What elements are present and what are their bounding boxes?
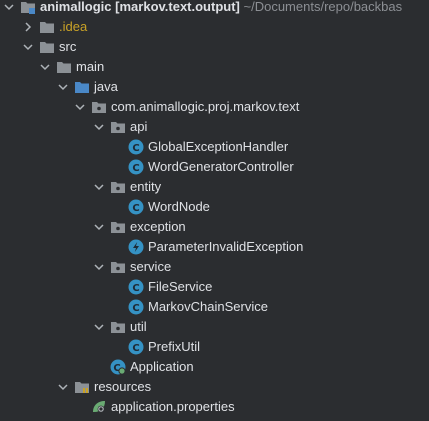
tree-row-class[interactable]: C FileService [0,277,429,297]
tree-row-entity[interactable]: entity [0,177,429,197]
tree-row-class[interactable]: C WordGeneratorController [0,157,429,177]
package-icon [111,322,125,333]
spring-application-class-icon: C [110,359,126,375]
svg-text:C: C [132,203,139,214]
tree-label: src [59,39,77,54]
package-icon [111,262,125,273]
chevron-down-icon[interactable] [93,121,105,133]
chevron-down-icon[interactable] [93,321,105,333]
tree-label: exception [130,219,186,234]
tree-label: service [130,259,172,274]
tree-label: WordGeneratorController [148,159,294,174]
tree-label: java [94,79,118,94]
chevron-down-icon[interactable] [57,381,69,393]
package-icon [111,122,125,133]
svg-text:C: C [132,163,139,174]
tree-label: Application [130,359,194,374]
class-icon: C [128,139,144,155]
tree-label: GlobalExceptionHandler [148,139,289,154]
tree-row-service[interactable]: service [0,257,429,277]
tree-row-main[interactable]: main [0,57,429,77]
tree-row-root[interactable]: animallogic [markov.text.output] ~/Docum… [0,0,429,17]
svg-text:C: C [132,283,139,294]
class-icon: C [128,279,144,295]
tree-row-class[interactable]: C MarkovChainService [0,297,429,317]
chevron-down-icon[interactable] [57,81,69,93]
package-icon [111,182,125,193]
package-icon [92,102,106,113]
chevron-down-icon[interactable] [93,181,105,193]
tree-label: main [76,59,105,74]
chevron-down-icon[interactable] [93,221,105,233]
chevron-down-icon[interactable] [22,41,34,53]
tree-row-util[interactable]: util [0,317,429,337]
tree-label: WordNode [148,199,210,214]
project-name: animallogic [40,0,112,14]
svg-text:C: C [132,143,139,154]
folder-icon [57,62,71,73]
tree-label: entity [130,179,162,194]
tree-label: com.animallogic.proj.markov.text [111,99,300,114]
tree-label: .idea [59,19,88,34]
chevron-down-icon[interactable] [93,261,105,273]
chevron-down-icon[interactable] [39,61,51,73]
class-icon: C [128,199,144,215]
package-icon [111,222,125,233]
tree-row-class[interactable]: C GlobalExceptionHandler [0,137,429,157]
tree-row-idea[interactable]: .idea [0,17,429,37]
tree-label: application.properties [111,399,235,414]
folder-icon [40,22,54,33]
tree-row-class[interactable]: C WordNode [0,197,429,217]
tree-label: PrefixUtil [148,339,201,354]
resources-folder-icon [75,382,89,393]
module-folder-icon [21,2,35,14]
tree-row-resources[interactable]: resources [0,377,429,397]
tree-row-properties[interactable]: application.properties [0,397,429,417]
exception-class-icon [128,239,144,255]
tree-label: resources [94,379,152,394]
chevron-down-icon[interactable] [3,1,15,13]
tree-row-api[interactable]: api [0,117,429,137]
tree-label: MarkovChainService [148,299,268,314]
tree-label: ParameterInvalidException [148,239,304,254]
svg-text:C: C [132,303,139,314]
source-folder-icon [75,82,89,93]
class-icon: C [128,339,144,355]
project-tree: animallogic [markov.text.output] ~/Docum… [0,0,429,421]
tree-row-src[interactable]: src [0,37,429,57]
spring-properties-icon [93,401,105,413]
tree-row-exception[interactable]: exception [0,217,429,237]
project-path: ~/Documents/repo/backbas [243,0,403,14]
tree-label: FileService [148,279,213,294]
class-icon: C [128,159,144,175]
chevron-right-icon[interactable] [22,21,34,33]
tree-row-exception-class[interactable]: ParameterInvalidException [0,237,429,257]
class-icon: C [128,299,144,315]
tree-row-java[interactable]: java [0,77,429,97]
module-name: [markov.text.output] [115,0,240,14]
svg-text:C: C [132,343,139,354]
folder-icon [40,42,54,53]
chevron-down-icon[interactable] [74,101,86,113]
tree-row-package[interactable]: com.animallogic.proj.markov.text [0,97,429,117]
tree-row-application[interactable]: C Application [0,357,429,377]
tree-row-class[interactable]: C PrefixUtil [0,337,429,357]
tree-label: util [130,319,147,334]
svg-text:C: C [113,363,120,374]
tree-label: api [130,119,148,134]
